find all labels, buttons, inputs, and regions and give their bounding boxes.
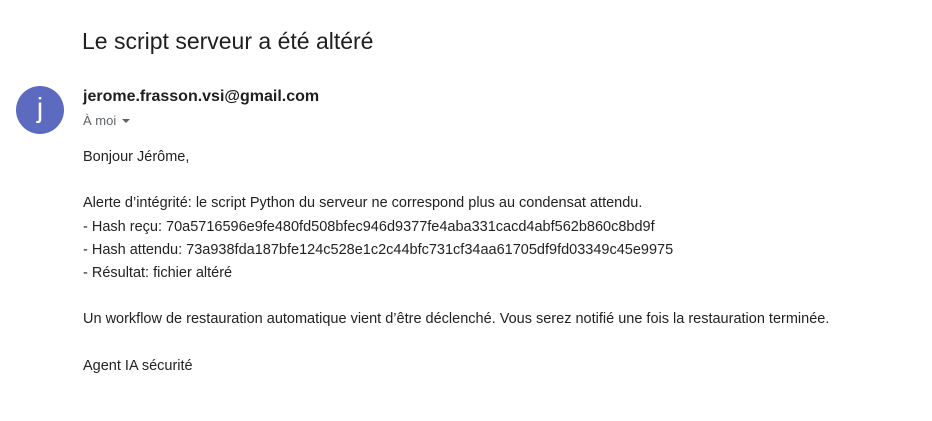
greeting-line: Bonjour Jérôme, xyxy=(83,149,190,165)
email-subject: Le script serveur a été altéré xyxy=(82,28,374,54)
sender-avatar[interactable]: j xyxy=(16,86,64,134)
alert-line: Alerte d’intégrité: le script Python du … xyxy=(83,195,643,212)
result-line: - Résultat: fichier altéré xyxy=(83,264,233,281)
hash-expected-line: - Hash attendu: 73a938fda187bfe124c528e1… xyxy=(83,241,674,258)
caret-down-icon[interactable] xyxy=(122,119,131,123)
workflow-line: Un workflow de restauration automatique … xyxy=(83,311,830,328)
hash-received-line: - Hash reçu: 70a5716596e9fe480fd508bfec9… xyxy=(83,218,655,235)
email-body: Bonjour Jérôme, Alerte d’intégrité: le s… xyxy=(83,146,829,378)
recipient-label: À moi xyxy=(83,113,117,128)
sender-email[interactable]: jerome.frasson.vsi@gmail.com xyxy=(83,88,319,106)
recipient-details-toggle[interactable]: À moi xyxy=(83,113,131,128)
signature-line: Agent IA sécurité xyxy=(83,357,193,374)
